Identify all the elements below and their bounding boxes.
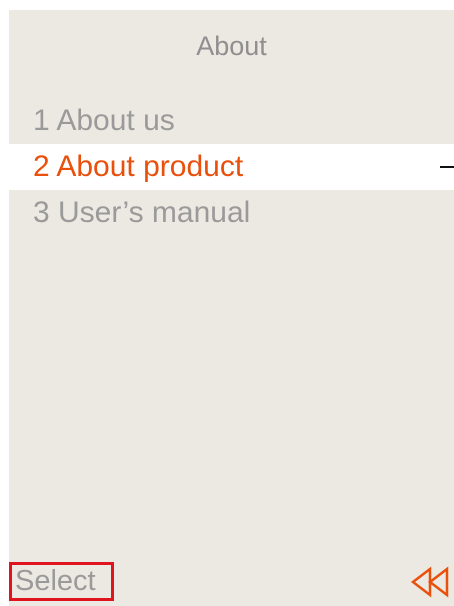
back-icon[interactable] (410, 566, 450, 598)
select-softkey[interactable]: Select (9, 562, 114, 601)
scroll-indicator (440, 166, 454, 168)
phone-screen: About 1 About us 2 About product 3 User’… (9, 10, 454, 606)
menu-list: 1 About us 2 About product 3 User’s manu… (9, 98, 454, 236)
menu-item-label: 2 About product (33, 150, 244, 183)
page-title: About (196, 31, 267, 61)
menu-item-users-manual[interactable]: 3 User’s manual (9, 190, 454, 236)
menu-item-about-us[interactable]: 1 About us (9, 98, 454, 144)
menu-item-about-product[interactable]: 2 About product (9, 144, 454, 190)
